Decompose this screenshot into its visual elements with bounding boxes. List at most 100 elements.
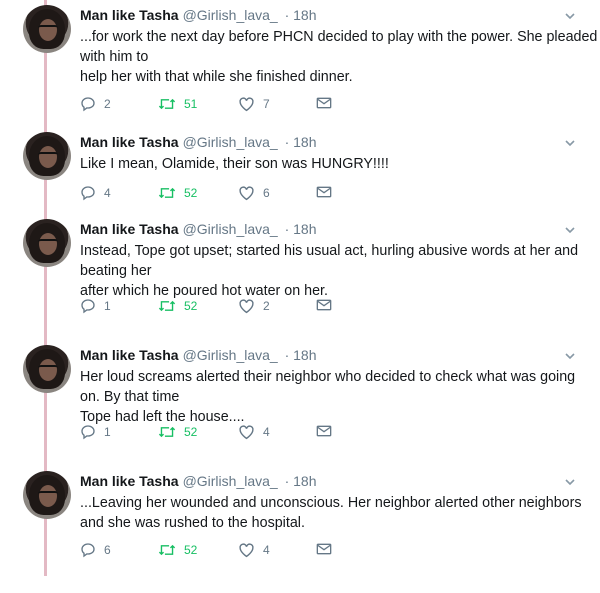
direct-message-button[interactable] [316,424,332,438]
reply-count: 1 [104,299,111,313]
tweet-actions: 4 52 6 [80,185,360,203]
heart-icon [238,96,255,112]
chevron-down-icon[interactable] [564,349,576,361]
tweet-actions: 2 51 7 [80,96,360,114]
tweet-actions: 6 52 4 [80,542,360,560]
author-handle[interactable]: @Girlish_lava_ [183,347,278,363]
author-handle[interactable]: @Girlish_lava_ [183,134,278,150]
tweet[interactable]: Man like Tasha @Girlish_lava_ · 18h ...Le… [0,466,600,593]
like-button[interactable]: 4 [238,424,270,440]
tweet[interactable]: Man like Tasha @Girlish_lava_ · 18h ...fo… [0,0,600,127]
direct-message-button[interactable] [316,185,332,199]
tweet-text: Like I mean, Olamide, their son was HUNG… [80,154,580,174]
retweet-count: 52 [184,186,198,200]
heart-icon [238,542,255,558]
author-name[interactable]: Man like Tasha [80,7,179,23]
reply-icon [80,96,96,112]
timestamp[interactable]: · 18h [285,7,317,23]
avatar[interactable] [23,219,71,267]
like-count: 6 [263,186,270,200]
reply-button[interactable]: 4 [80,185,111,201]
like-button[interactable]: 7 [238,96,270,112]
retweet-icon [158,298,176,314]
timestamp[interactable]: · 18h [285,473,317,489]
tweet-header: Man like Tasha @Girlish_lava_ · 18h [80,221,317,237]
like-count: 4 [263,543,270,557]
timestamp[interactable]: · 18h [285,347,317,363]
direct-message-button[interactable] [316,542,332,556]
tweet-text: ...Leaving her wounded and unconscious. … [80,493,582,533]
avatar[interactable] [23,345,71,393]
avatar[interactable] [23,132,71,180]
like-count: 7 [263,97,270,111]
avatar[interactable] [23,471,71,519]
chevron-down-icon[interactable] [564,475,576,487]
direct-message-button[interactable] [316,298,332,312]
tweet-text-line: ...Leaving her wounded and unconscious. … [80,495,582,511]
reply-button[interactable]: 1 [80,424,111,440]
heart-icon [238,298,255,314]
author-name[interactable]: Man like Tasha [80,473,179,489]
direct-message-button[interactable] [316,96,332,110]
retweet-button[interactable]: 52 [158,424,197,440]
tweet-header: Man like Tasha @Girlish_lava_ · 18h [80,347,317,363]
reply-icon [80,185,96,201]
tweet-header: Man like Tasha @Girlish_lava_ · 18h [80,473,317,489]
tweet-text-line: on. By that time [80,389,180,405]
reply-count: 1 [104,425,111,439]
chevron-down-icon[interactable] [564,223,576,235]
tweet-text-line: with him to [80,49,149,65]
like-button[interactable]: 2 [238,298,270,314]
author-name[interactable]: Man like Tasha [80,221,179,237]
tweet-text-line: ...for work the next day before PHCN dec… [80,29,598,45]
reply-button[interactable]: 1 [80,298,111,314]
retweet-button[interactable]: 52 [158,185,197,201]
direct-message-icon [316,542,332,556]
tweet-text-line: and she was rushed to the hospital. [80,515,305,531]
tweet-text-line: Her loud screams alerted their neighbor … [80,369,576,385]
tweet[interactable]: Man like Tasha @Girlish_lava_ · 18h Her l… [0,340,600,467]
author-name[interactable]: Man like Tasha [80,134,179,150]
like-button[interactable]: 4 [238,542,270,558]
tweet-text: Her loud screams alerted their neighbor … [80,367,580,427]
author-handle[interactable]: @Girlish_lava_ [183,7,278,23]
reply-icon [80,542,96,558]
reply-icon [80,424,96,440]
timestamp[interactable]: · 18h [285,134,317,150]
avatar[interactable] [23,5,71,53]
tweet-actions: 1 52 4 [80,424,360,442]
retweet-count: 52 [184,543,198,557]
chevron-down-icon[interactable] [564,136,576,148]
retweet-button[interactable]: 51 [158,96,197,112]
like-button[interactable]: 6 [238,185,270,201]
retweet-button[interactable]: 52 [158,298,197,314]
reply-count: 4 [104,186,111,200]
author-handle[interactable]: @Girlish_lava_ [183,221,278,237]
chevron-down-icon[interactable] [564,9,576,21]
tweet-text-line: help her with that while she finished di… [80,69,353,85]
retweet-icon [158,96,176,112]
author-name[interactable]: Man like Tasha [80,347,179,363]
tweet-text-line: Like I mean, Olamide, their son was HUNG… [80,156,389,172]
direct-message-icon [316,424,332,438]
retweet-count: 52 [184,299,198,313]
heart-icon [238,424,255,440]
timestamp[interactable]: · 18h [285,221,317,237]
reply-count: 6 [104,543,111,557]
retweet-button[interactable]: 52 [158,542,197,558]
tweet-text: Instead, Tope got upset; started his usu… [80,241,580,301]
tweet-text: ...for work the next day before PHCN dec… [80,27,598,87]
reply-count: 2 [104,97,111,111]
direct-message-icon [316,298,332,312]
tweet-actions: 1 52 2 [80,298,360,316]
author-handle[interactable]: @Girlish_lava_ [183,473,278,489]
direct-message-icon [316,185,332,199]
reply-button[interactable]: 2 [80,96,111,112]
reply-button[interactable]: 6 [80,542,111,558]
tweet[interactable]: Man like Tasha @Girlish_lava_ · 18h Inste… [0,214,600,341]
retweet-count: 52 [184,425,198,439]
heart-icon [238,185,255,201]
like-count: 4 [263,425,270,439]
tweet-text-line: beating her [80,263,152,279]
tweet-header: Man like Tasha @Girlish_lava_ · 18h [80,7,317,23]
